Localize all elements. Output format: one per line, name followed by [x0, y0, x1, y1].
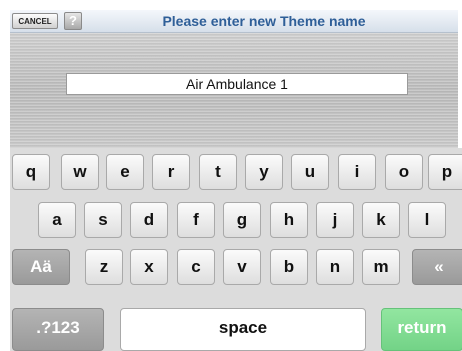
input-panel: Air Ambulance 1	[10, 33, 458, 148]
key-d[interactable]: d	[130, 202, 168, 238]
title-bar: CANCEL ? Please enter new Theme name	[10, 10, 458, 33]
onscreen-keyboard: q w e r t y u i o p a s d f g h j k l Aä…	[10, 148, 462, 351]
key-r[interactable]: r	[152, 154, 190, 190]
shift-key[interactable]: Aä	[12, 249, 70, 285]
space-key[interactable]: space	[120, 308, 366, 351]
help-icon: ?	[69, 13, 77, 28]
key-i[interactable]: i	[338, 154, 376, 190]
key-n[interactable]: n	[316, 249, 354, 285]
key-s[interactable]: s	[84, 202, 122, 238]
cancel-button[interactable]: CANCEL	[12, 13, 58, 29]
numbers-key[interactable]: .?123	[12, 308, 104, 351]
key-z[interactable]: z	[85, 249, 123, 285]
theme-name-input[interactable]: Air Ambulance 1	[66, 73, 408, 95]
key-u[interactable]: u	[291, 154, 329, 190]
key-b[interactable]: b	[270, 249, 308, 285]
key-v[interactable]: v	[223, 249, 261, 285]
key-g[interactable]: g	[223, 202, 261, 238]
key-p[interactable]: p	[428, 154, 462, 190]
key-t[interactable]: t	[199, 154, 237, 190]
key-o[interactable]: o	[385, 154, 423, 190]
key-j[interactable]: j	[316, 202, 354, 238]
key-w[interactable]: w	[61, 154, 99, 190]
key-l[interactable]: l	[408, 202, 446, 238]
backspace-key[interactable]: «	[412, 249, 462, 285]
key-e[interactable]: e	[106, 154, 144, 190]
key-k[interactable]: k	[362, 202, 400, 238]
dialog-title: Please enter new Theme name	[162, 13, 366, 29]
key-x[interactable]: x	[130, 249, 168, 285]
help-button[interactable]: ?	[64, 12, 82, 30]
key-q[interactable]: q	[12, 154, 50, 190]
key-a[interactable]: a	[38, 202, 76, 238]
key-m[interactable]: m	[362, 249, 400, 285]
key-h[interactable]: h	[270, 202, 308, 238]
key-f[interactable]: f	[177, 202, 215, 238]
key-y[interactable]: y	[245, 154, 283, 190]
key-c[interactable]: c	[177, 249, 215, 285]
return-key[interactable]: return	[381, 308, 462, 351]
